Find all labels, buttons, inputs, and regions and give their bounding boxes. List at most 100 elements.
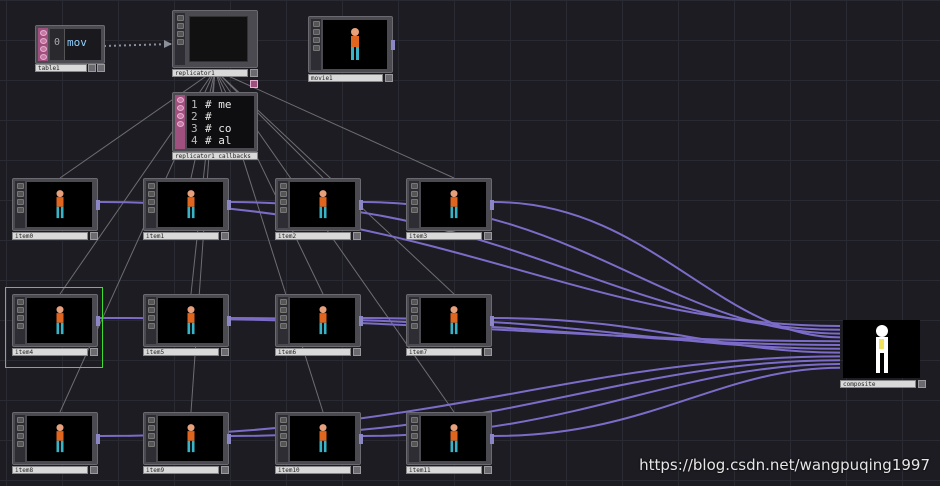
edit-icon[interactable] bbox=[279, 425, 287, 431]
viewer-icon[interactable] bbox=[147, 417, 155, 423]
item-node[interactable]: item0 bbox=[12, 178, 100, 242]
node-menu-button[interactable] bbox=[918, 380, 926, 388]
lock-icon[interactable] bbox=[279, 441, 287, 447]
node-label[interactable]: table1 bbox=[35, 64, 87, 72]
edit-icon[interactable] bbox=[147, 191, 155, 197]
viewer-icon[interactable] bbox=[176, 97, 184, 103]
bypass-icon[interactable] bbox=[147, 433, 155, 439]
node-menu-button[interactable] bbox=[353, 348, 361, 356]
node-label[interactable]: item0 bbox=[12, 232, 88, 240]
viewer-icon[interactable] bbox=[279, 299, 287, 305]
edit-icon[interactable] bbox=[176, 105, 184, 111]
output-connector[interactable] bbox=[227, 315, 231, 326]
output-connector[interactable] bbox=[391, 39, 395, 50]
node-menu-button[interactable] bbox=[221, 348, 229, 356]
viewer-icon[interactable] bbox=[176, 15, 184, 21]
bypass-icon[interactable] bbox=[410, 315, 418, 321]
viewer-icon[interactable] bbox=[279, 417, 287, 423]
node-menu-button[interactable] bbox=[484, 466, 492, 474]
node-label[interactable]: item7 bbox=[406, 348, 482, 356]
output-connector[interactable] bbox=[490, 433, 494, 444]
item-node[interactable]: item11 bbox=[406, 412, 494, 476]
callbacks-node[interactable]: 1 # me 2 # 3 # co 4 # al replicator1_callbac… bbox=[172, 92, 258, 162]
node-menu-button[interactable] bbox=[221, 232, 229, 240]
edit-icon[interactable] bbox=[147, 425, 155, 431]
node-label[interactable]: item11 bbox=[406, 466, 482, 474]
viewer-icon[interactable] bbox=[312, 21, 320, 27]
node-label[interactable]: movie1 bbox=[308, 74, 383, 82]
bypass-icon[interactable] bbox=[279, 315, 287, 321]
item-node[interactable]: item10 bbox=[275, 412, 363, 476]
bypass-icon[interactable] bbox=[410, 433, 418, 439]
node-menu-button[interactable] bbox=[484, 348, 492, 356]
item-node[interactable]: item6 bbox=[275, 294, 363, 358]
bypass-icon[interactable] bbox=[147, 199, 155, 205]
node-label[interactable]: item1 bbox=[143, 232, 219, 240]
callback-toggle[interactable] bbox=[250, 80, 258, 88]
node-label[interactable]: replicator1 bbox=[172, 69, 248, 77]
edit-icon[interactable] bbox=[410, 425, 418, 431]
output-connector[interactable] bbox=[490, 315, 494, 326]
lock-icon[interactable] bbox=[16, 207, 24, 213]
item-node[interactable]: item2 bbox=[275, 178, 363, 242]
bypass-icon[interactable] bbox=[410, 199, 418, 205]
edit-icon[interactable] bbox=[16, 191, 24, 197]
edit-icon[interactable] bbox=[410, 191, 418, 197]
node-menu-button[interactable] bbox=[90, 466, 98, 474]
viewer-icon[interactable] bbox=[410, 183, 418, 189]
node-label[interactable]: replicator1_callbacks bbox=[172, 152, 258, 160]
node-menu-button[interactable] bbox=[484, 232, 492, 240]
node-menu-button[interactable] bbox=[97, 64, 105, 72]
output-connector[interactable] bbox=[490, 199, 494, 210]
lock-icon[interactable] bbox=[147, 441, 155, 447]
lock-icon[interactable] bbox=[410, 323, 418, 329]
bypass-icon[interactable] bbox=[39, 38, 47, 44]
bypass-icon[interactable] bbox=[147, 315, 155, 321]
viewer-icon[interactable] bbox=[147, 299, 155, 305]
viewer-icon[interactable] bbox=[410, 299, 418, 305]
output-connector[interactable] bbox=[359, 433, 363, 444]
item-node[interactable]: item9 bbox=[143, 412, 231, 476]
node-menu-button[interactable] bbox=[221, 466, 229, 474]
output-connector[interactable] bbox=[96, 199, 100, 210]
item-node[interactable]: item5 bbox=[143, 294, 231, 358]
lock-icon[interactable] bbox=[279, 323, 287, 329]
node-flag-button[interactable] bbox=[88, 64, 96, 72]
replicator1-node[interactable]: replicator1 bbox=[172, 10, 258, 88]
composite-node[interactable]: composite bbox=[840, 320, 926, 388]
output-connector[interactable] bbox=[359, 199, 363, 210]
lock-icon[interactable] bbox=[16, 441, 24, 447]
node-label[interactable]: item9 bbox=[143, 466, 219, 474]
lock-icon[interactable] bbox=[176, 121, 184, 127]
node-menu-button[interactable] bbox=[353, 232, 361, 240]
output-connector[interactable] bbox=[227, 199, 231, 210]
output-connector[interactable] bbox=[227, 433, 231, 444]
node-menu-button[interactable] bbox=[250, 69, 258, 77]
lock-icon[interactable] bbox=[147, 323, 155, 329]
item-node[interactable]: item8 bbox=[12, 412, 100, 476]
table1-node[interactable]: 0 mov table1 bbox=[35, 25, 105, 72]
edit-icon[interactable] bbox=[147, 307, 155, 313]
node-label[interactable]: composite bbox=[840, 380, 916, 388]
lock-icon[interactable] bbox=[39, 46, 47, 52]
bypass-icon[interactable] bbox=[312, 37, 320, 43]
bypass-icon[interactable] bbox=[279, 433, 287, 439]
node-label[interactable]: item5 bbox=[143, 348, 219, 356]
lock-icon[interactable] bbox=[176, 39, 184, 45]
viewer-icon[interactable] bbox=[410, 417, 418, 423]
node-menu-button[interactable] bbox=[385, 74, 393, 82]
lock-icon[interactable] bbox=[312, 45, 320, 51]
bypass-icon[interactable] bbox=[279, 199, 287, 205]
item-node[interactable]: item3 bbox=[406, 178, 494, 242]
lock-icon[interactable] bbox=[147, 207, 155, 213]
node-label[interactable]: item2 bbox=[275, 232, 351, 240]
node-label[interactable]: item8 bbox=[12, 466, 88, 474]
bypass-icon[interactable] bbox=[16, 433, 24, 439]
node-menu-button[interactable] bbox=[90, 232, 98, 240]
edit-icon[interactable] bbox=[410, 307, 418, 313]
viewer-icon[interactable] bbox=[39, 30, 47, 36]
movie1-node[interactable]: movie1 bbox=[308, 16, 395, 83]
output-connector[interactable] bbox=[359, 315, 363, 326]
node-label[interactable]: item10 bbox=[275, 466, 351, 474]
output-connector[interactable] bbox=[96, 433, 100, 444]
